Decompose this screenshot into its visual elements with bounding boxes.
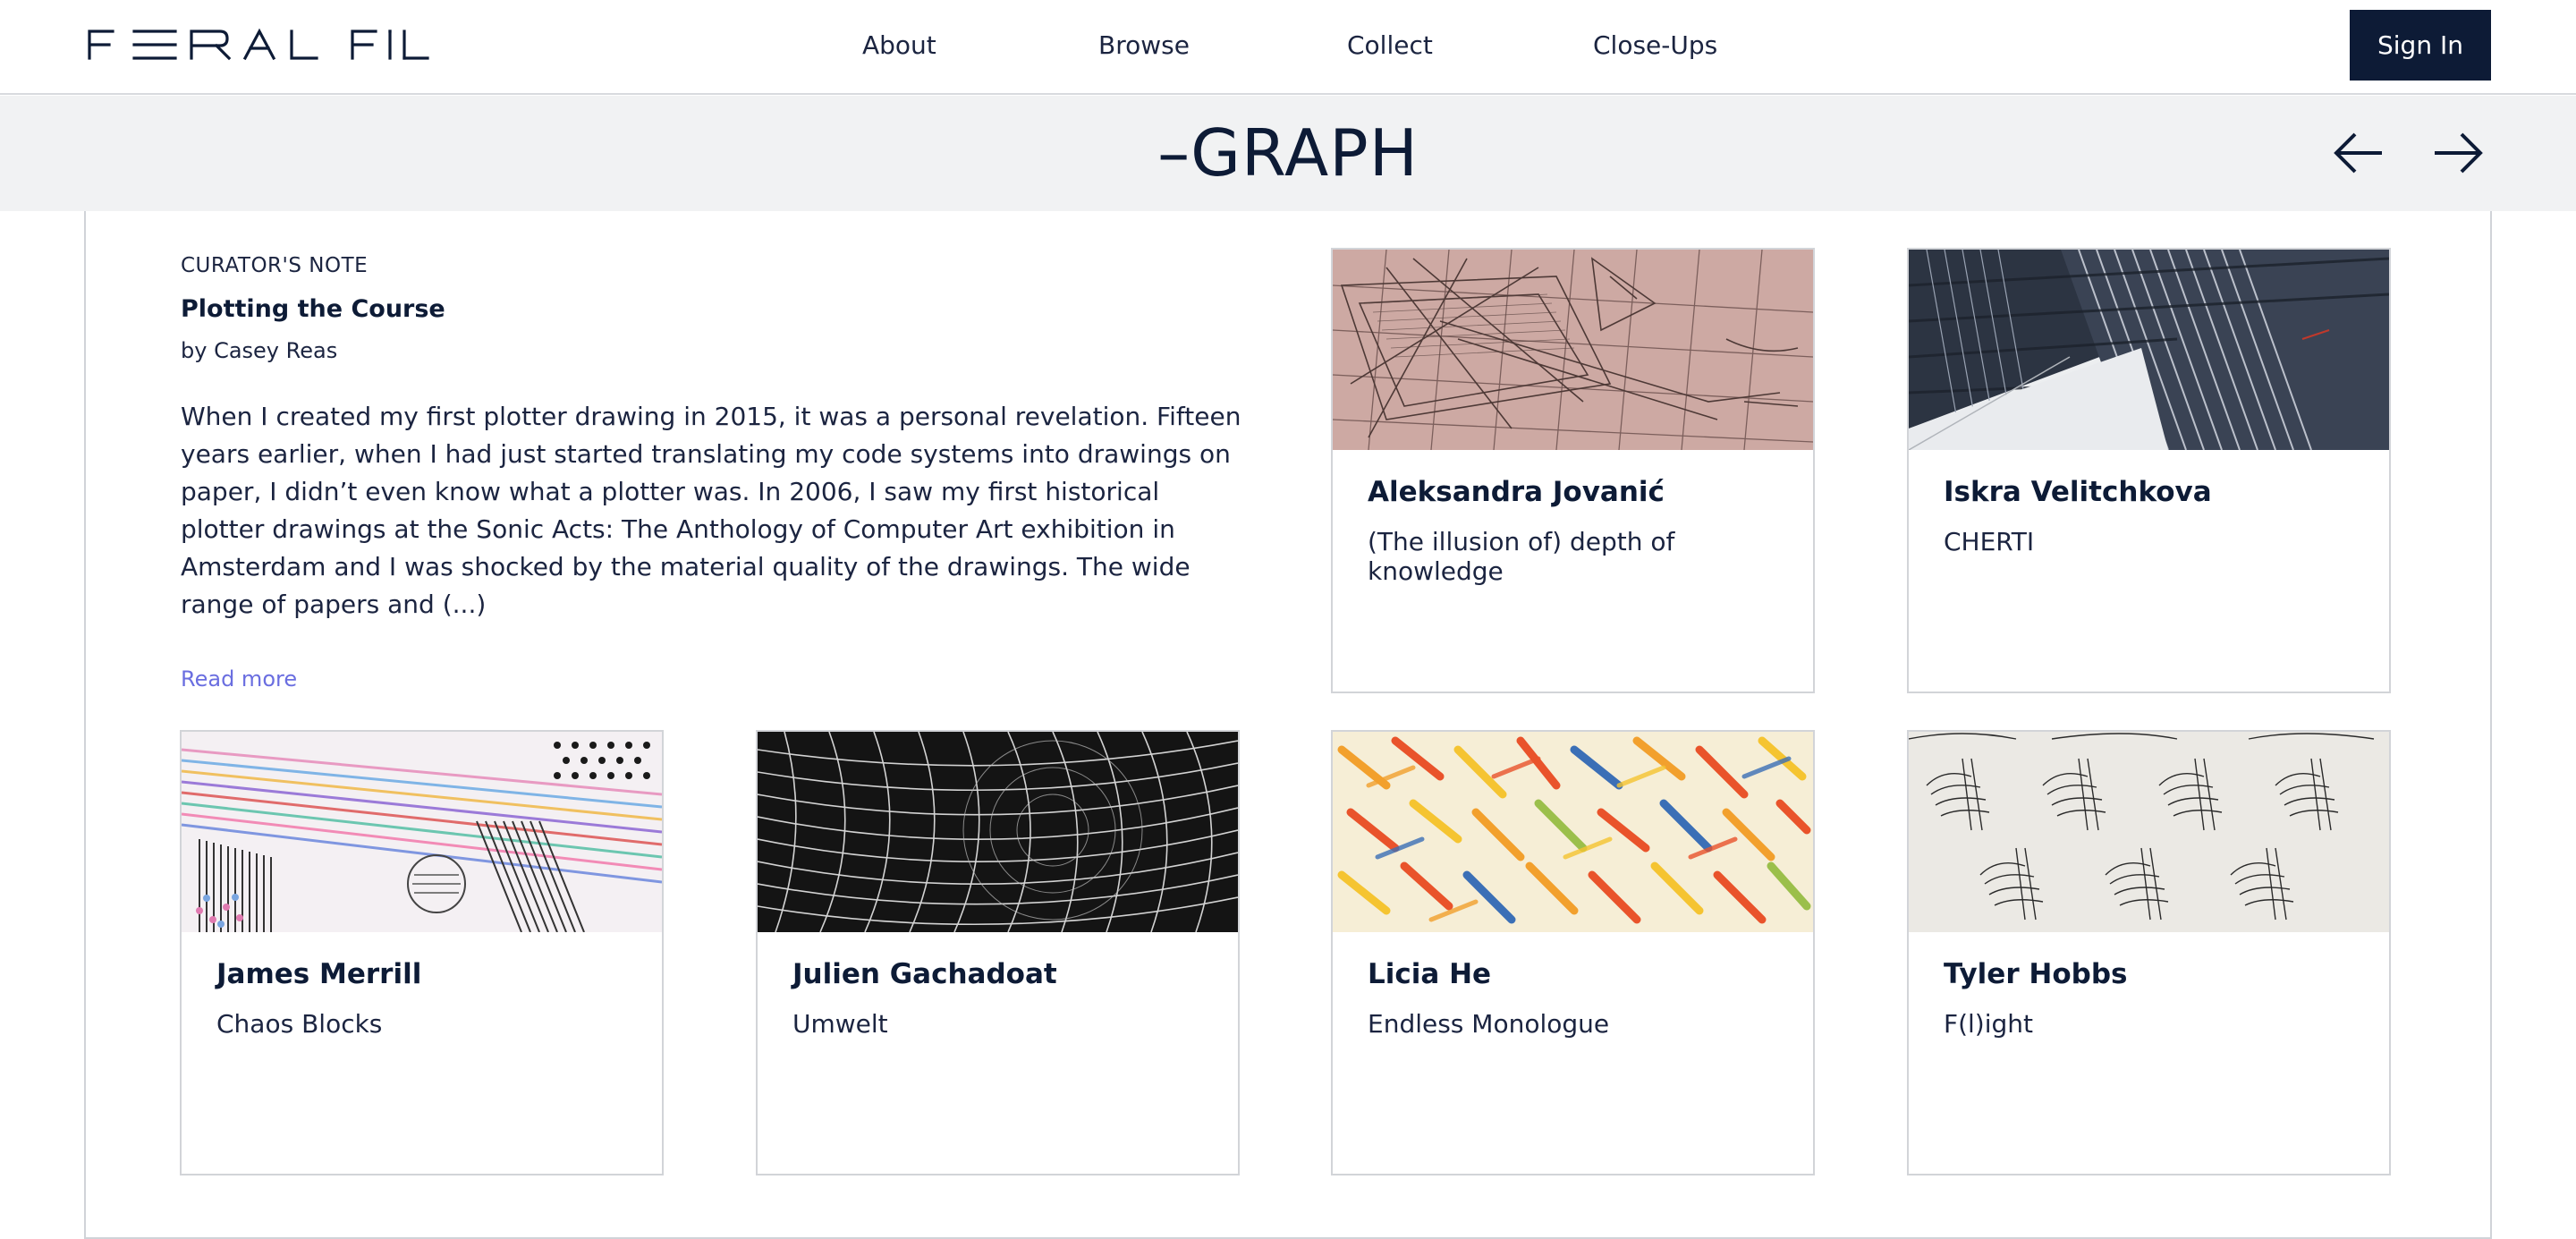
curator-note-author: by Casey Reas	[181, 338, 338, 363]
artist-name: James Merrill	[216, 958, 422, 990]
curator-note-title: Plotting the Course	[181, 295, 445, 323]
artwork-card[interactable]: Iskra Velitchkova CHERTI	[1907, 248, 2391, 693]
artwork-thumbnail[interactable]	[1909, 732, 2389, 932]
exhibition-title: –GRAPH	[1157, 115, 1419, 191]
sign-in-button[interactable]: Sign In	[2350, 10, 2491, 81]
nav-browse[interactable]: Browse	[1098, 30, 1190, 60]
artwork-title: CHERTI	[1944, 527, 2035, 556]
artwork-thumbnail[interactable]	[758, 732, 1238, 932]
site-header: About Browse Collect Close-Ups Sign In	[0, 0, 2576, 95]
artist-name: Licia He	[1368, 958, 1492, 990]
artwork-card[interactable]: Licia He Endless Monologue	[1331, 730, 1815, 1175]
artist-name: Julien Gachadoat	[792, 958, 1057, 990]
artwork-title: F(l)ight	[1944, 1009, 2034, 1039]
artwork-title: Umwelt	[792, 1009, 888, 1039]
curator-note-body: When I created my first plotter drawing …	[181, 402, 1241, 619]
nav-close-ups[interactable]: Close-Ups	[1593, 30, 1717, 60]
artwork-card[interactable]: Julien Gachadoat Umwelt	[756, 730, 1240, 1175]
arrow-right-icon[interactable]	[2431, 130, 2485, 176]
curator-note: CURATOR'S NOTE Plotting the Course by Ca…	[181, 254, 1245, 624]
artwork-thumbnail[interactable]	[1909, 250, 2389, 450]
artist-name: Iskra Velitchkova	[1944, 476, 2212, 508]
artwork-card[interactable]: Aleksandra Jovanić (The illusion of) dep…	[1331, 248, 1815, 693]
artwork-card[interactable]: Tyler Hobbs F(l)ight	[1907, 730, 2391, 1175]
artwork-thumbnail[interactable]	[182, 732, 662, 932]
exhibition-title-band: –GRAPH	[0, 96, 2576, 211]
nav-collect[interactable]: Collect	[1347, 30, 1433, 60]
nav-about[interactable]: About	[862, 30, 936, 60]
artwork-thumbnail[interactable]	[1333, 250, 1813, 450]
artwork-card[interactable]: James Merrill Chaos Blocks	[180, 730, 664, 1175]
artwork-title: Endless Monologue	[1368, 1009, 1610, 1039]
artist-name: Aleksandra Jovanić	[1368, 476, 1665, 508]
curator-note-label: CURATOR'S NOTE	[181, 254, 369, 277]
read-more-link[interactable]: Read more	[181, 666, 297, 692]
artwork-title: Chaos Blocks	[216, 1009, 383, 1039]
artist-name: Tyler Hobbs	[1944, 958, 2128, 990]
feral-file-logo[interactable]	[86, 27, 429, 63]
artwork-title: (The illusion of) depth of knowledge	[1368, 527, 1675, 586]
artwork-thumbnail[interactable]	[1333, 732, 1813, 932]
arrow-left-icon[interactable]	[2332, 130, 2385, 176]
